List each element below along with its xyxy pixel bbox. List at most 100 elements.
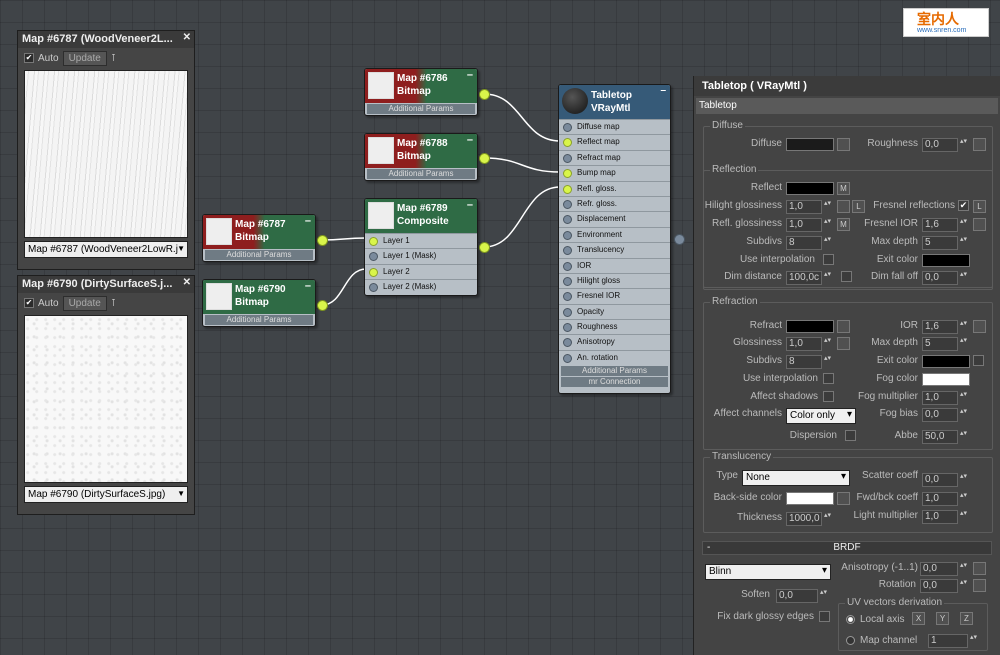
- refract-color-swatch[interactable]: [786, 320, 834, 333]
- glossiness-spinner[interactable]: 1,0: [786, 337, 832, 351]
- close-icon[interactable]: ✕: [183, 32, 191, 43]
- node-map-6789-composite[interactable]: Map #6789 Composite – Layer 1 Layer 1 (Mas…: [364, 198, 478, 296]
- map-select[interactable]: Map #6790 (DirtySurfaceS.jpg) ▼: [24, 486, 188, 503]
- fresnel-ior-spinner[interactable]: 1,6: [922, 218, 968, 232]
- vray-slot[interactable]: Bump map: [559, 165, 670, 180]
- minimize-icon[interactable]: –: [467, 134, 473, 146]
- anisotropy-spinner[interactable]: 0,0: [920, 562, 968, 576]
- additional-params-rollout[interactable]: Additional Params: [205, 250, 313, 260]
- vray-slot[interactable]: Refl. gloss.: [559, 180, 670, 196]
- max-depth-spinner[interactable]: 5: [922, 236, 968, 250]
- preview-title-bar[interactable]: Map #6790 (DirtySurfaceS.j... ✕: [18, 276, 194, 293]
- minimize-icon[interactable]: –: [467, 69, 473, 81]
- hilight-spinner[interactable]: 1,0: [786, 200, 832, 214]
- update-button[interactable]: Update: [62, 50, 107, 66]
- additional-params-rollout[interactable]: Additional Params: [367, 104, 475, 114]
- material-name-field[interactable]: Tabletop: [696, 98, 998, 114]
- output-socket-6789[interactable]: [479, 242, 490, 253]
- map-select[interactable]: Map #6787 (WoodVeneer2LowR.j ▼: [24, 241, 188, 258]
- brdf-rollout-header[interactable]: - BRDF: [702, 541, 992, 555]
- vray-slot[interactable]: IOR: [559, 257, 670, 273]
- use-interp-checkbox[interactable]: [823, 373, 834, 384]
- axis-x-button[interactable]: X: [912, 612, 925, 625]
- vray-slot[interactable]: Anisotropy: [559, 334, 670, 349]
- mr-connection-rollout[interactable]: mr Connection: [561, 377, 668, 388]
- use-interp-checkbox[interactable]: [823, 254, 834, 265]
- fog-bias-spinner[interactable]: 0,0: [922, 408, 968, 422]
- map-button[interactable]: [973, 320, 986, 333]
- vray-slot[interactable]: Roughness: [559, 319, 670, 334]
- minimize-icon[interactable]: –: [305, 280, 311, 292]
- backside-color-swatch[interactable]: [786, 492, 834, 505]
- map-button[interactable]: [973, 218, 986, 231]
- vray-slot[interactable]: Reflect map: [559, 134, 670, 149]
- node-map-6790[interactable]: Map #6790 Bitmap – Additional Params: [202, 279, 316, 327]
- soften-spinner[interactable]: 0,0: [776, 589, 828, 603]
- vray-slot[interactable]: Hilight gloss: [559, 272, 670, 288]
- output-socket-vray[interactable]: [674, 234, 685, 245]
- exit-color-swatch[interactable]: [922, 355, 970, 368]
- map-channel-spinner[interactable]: 1: [928, 634, 978, 648]
- auto-checkbox[interactable]: ✔: [24, 53, 34, 63]
- fog-mult-spinner[interactable]: 1,0: [922, 391, 968, 405]
- preview-window-dirt[interactable]: Map #6790 (DirtySurfaceS.j... ✕ ✔ Auto Upda…: [17, 275, 195, 515]
- subdivs-spinner[interactable]: 8: [786, 355, 832, 369]
- update-button[interactable]: Update: [62, 295, 107, 311]
- output-socket-6788[interactable]: [479, 153, 490, 164]
- axis-z-button[interactable]: Z: [960, 612, 973, 625]
- additional-params-rollout[interactable]: Additional Params: [561, 366, 668, 377]
- vray-slot[interactable]: Translucency: [559, 242, 670, 257]
- vray-slot[interactable]: Refract map: [559, 149, 670, 165]
- node-map-6787[interactable]: Map #6787 Bitmap – Additional Params: [202, 214, 316, 262]
- vray-slot[interactable]: Displacement: [559, 211, 670, 226]
- output-socket-6787[interactable]: [317, 235, 328, 246]
- node-map-6788[interactable]: Map #6788 Bitmap – Additional Params: [364, 133, 478, 181]
- output-socket-6786[interactable]: [479, 89, 490, 100]
- reflect-color-swatch[interactable]: [786, 182, 834, 195]
- auto-checkbox[interactable]: ✔: [24, 298, 34, 308]
- preview-window-wood[interactable]: Map #6787 (WoodVeneer2L... ✕ ✔ Auto Update ⊺…: [17, 30, 195, 270]
- affect-shadows-checkbox[interactable]: [823, 391, 834, 402]
- additional-params-rollout[interactable]: Additional Params: [205, 315, 313, 325]
- vray-slot[interactable]: Fresnel IOR: [559, 288, 670, 303]
- map-button[interactable]: [973, 579, 986, 592]
- pin-icon[interactable]: ⊺: [111, 53, 116, 64]
- fix-dark-checkbox[interactable]: [819, 611, 830, 622]
- close-icon[interactable]: ✕: [183, 277, 191, 288]
- brdf-type-select[interactable]: Blinn: [705, 564, 831, 580]
- map-channel-radio[interactable]: [846, 636, 855, 645]
- abbe-spinner[interactable]: 50,0: [922, 430, 968, 444]
- axis-y-button[interactable]: Y: [936, 612, 949, 625]
- minimize-icon[interactable]: –: [467, 199, 473, 211]
- diffuse-color-swatch[interactable]: [786, 138, 834, 151]
- exit-checkbox[interactable]: [973, 355, 984, 366]
- dim-distance-spinner[interactable]: 100,0c: [786, 271, 832, 285]
- node-vraymtl-tabletop[interactable]: Tabletop VRayMtl – Diffuse map Reflect map R…: [558, 84, 671, 394]
- thickness-spinner[interactable]: 1000,0: [786, 512, 832, 526]
- pin-icon[interactable]: ⊺: [111, 298, 116, 309]
- output-socket-6790[interactable]: [317, 300, 328, 311]
- subdivs-spinner[interactable]: 8: [786, 236, 832, 250]
- map-button[interactable]: [973, 138, 986, 151]
- ior-spinner[interactable]: 1,6: [922, 320, 968, 334]
- dim-falloff-spinner[interactable]: 0,0: [922, 271, 968, 285]
- fwd-spinner[interactable]: 1,0: [922, 492, 968, 506]
- local-axis-radio[interactable]: [846, 615, 855, 624]
- roughness-spinner[interactable]: 0,0: [922, 138, 968, 152]
- rotation-spinner[interactable]: 0,0: [920, 579, 968, 593]
- lock-button[interactable]: L: [852, 200, 865, 213]
- preview-title-bar[interactable]: Map #6787 (WoodVeneer2L... ✕: [18, 31, 194, 48]
- minimize-icon[interactable]: –: [305, 215, 311, 227]
- fresnel-checkbox[interactable]: ✔: [958, 200, 969, 211]
- additional-params-rollout[interactable]: Additional Params: [367, 169, 475, 179]
- lock-button[interactable]: L: [973, 200, 986, 213]
- max-depth-spinner[interactable]: 5: [922, 337, 968, 351]
- map-button[interactable]: [973, 562, 986, 575]
- translucency-type-select[interactable]: None: [742, 470, 850, 486]
- node-map-6786[interactable]: Map #6786 Bitmap – Additional Params: [364, 68, 478, 116]
- fog-color-swatch[interactable]: [922, 373, 970, 386]
- minimize-icon[interactable]: –: [660, 85, 666, 96]
- map-button[interactable]: [837, 200, 850, 213]
- vray-slot[interactable]: Refr. gloss.: [559, 195, 670, 211]
- vray-slot[interactable]: Diffuse map: [559, 119, 670, 134]
